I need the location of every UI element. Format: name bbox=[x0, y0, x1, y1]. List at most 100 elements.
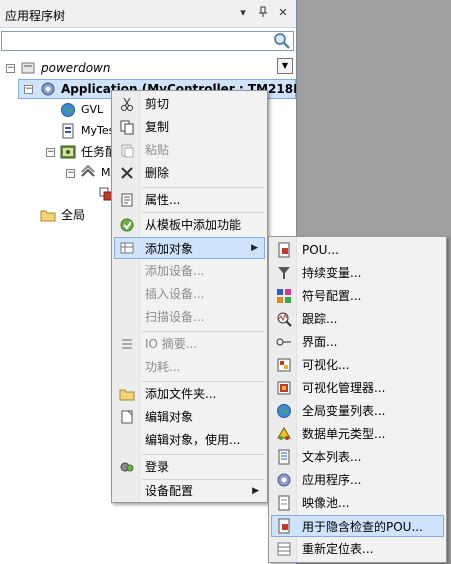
submenu-item-image-pool[interactable]: 映像池... bbox=[271, 492, 444, 514]
submenu-item-visualization[interactable]: 可视化... bbox=[271, 354, 444, 376]
menu-item-paste[interactable]: 粘贴 bbox=[114, 139, 265, 161]
image-pool-icon bbox=[276, 495, 292, 511]
add-object-submenu: POU... 持续变量... 符号配置... 跟踪... 界面... 可视化..… bbox=[268, 236, 447, 563]
menu-item-label: 持续变量... bbox=[302, 266, 362, 280]
folder-icon bbox=[40, 207, 56, 223]
search-input[interactable] bbox=[1, 31, 294, 51]
interface-icon bbox=[276, 334, 292, 350]
tree-node-root[interactable]: − powerdown bbox=[0, 58, 270, 78]
paste-icon bbox=[119, 142, 135, 158]
menu-item-edit-object[interactable]: 编辑对象 bbox=[114, 406, 265, 428]
menu-item-label: 复制 bbox=[145, 120, 170, 134]
menu-item-label: 应用程序... bbox=[302, 473, 362, 487]
submenu-item-relocation-table[interactable]: 重新定位表... bbox=[271, 538, 444, 560]
project-icon bbox=[20, 60, 36, 76]
visualization-icon bbox=[276, 357, 292, 373]
menu-item-label: 添加文件夹... bbox=[145, 387, 217, 401]
menu-item-add-object[interactable]: 添加对象 ▶ bbox=[114, 237, 265, 259]
menu-item-device-config[interactable]: 设备配置 ▶ bbox=[114, 480, 265, 502]
submenu-item-persistent-vars[interactable]: 持续变量... bbox=[271, 262, 444, 284]
collapse-icon[interactable]: − bbox=[24, 85, 33, 94]
submenu-item-application[interactable]: 应用程序... bbox=[271, 469, 444, 491]
global-var-list-icon bbox=[276, 403, 292, 419]
menu-item-label: 设备配置 bbox=[145, 484, 194, 498]
panel-menu-button[interactable]: ▾ bbox=[236, 6, 250, 20]
menu-item-label: 编辑对象 bbox=[145, 410, 194, 424]
menu-item-label: 粘贴 bbox=[145, 143, 170, 157]
submenu-item-pou[interactable]: POU... bbox=[271, 239, 444, 261]
menu-item-scan-devices[interactable]: 扫描设备... bbox=[114, 306, 265, 328]
menu-item-delete[interactable]: 删除 bbox=[114, 162, 265, 184]
program-icon bbox=[60, 123, 76, 139]
menu-item-label: 数据单元类型... bbox=[302, 427, 386, 441]
tree-label-global: 全局 bbox=[61, 208, 86, 222]
menu-item-insert-device[interactable]: 插入设备... bbox=[114, 283, 265, 305]
persistent-var-icon bbox=[276, 265, 292, 281]
menu-item-label: 界面... bbox=[302, 335, 338, 349]
context-menu: 剪切 复制 粘贴 删除 属性... 从模板中添加功能 添加对象 ▶ 添加设备..… bbox=[111, 90, 268, 503]
collapse-icon[interactable]: − bbox=[66, 169, 75, 178]
tree-node-ma-child[interactable] bbox=[0, 184, 120, 204]
pin-icon[interactable] bbox=[256, 6, 270, 20]
tree-node-mytest[interactable]: MyTes bbox=[0, 121, 120, 141]
globe-icon bbox=[60, 102, 76, 118]
menu-item-cut[interactable]: 剪切 bbox=[114, 93, 265, 115]
submenu-item-text-list[interactable]: 文本列表... bbox=[271, 446, 444, 468]
menu-item-label: 属性... bbox=[145, 193, 181, 207]
pou-icon bbox=[276, 242, 292, 258]
submenu-item-interface[interactable]: 界面... bbox=[271, 331, 444, 353]
submenu-item-global-var-list[interactable]: 全局变量列表... bbox=[271, 400, 444, 422]
menu-item-label: 添加对象 bbox=[145, 242, 194, 256]
menu-item-add-device[interactable]: 添加设备... bbox=[114, 260, 265, 282]
task-config-icon bbox=[60, 144, 76, 160]
submenu-item-trace[interactable]: 跟踪... bbox=[271, 308, 444, 330]
submenu-item-implicit-check-pou[interactable]: 用于隐含检查的POU... bbox=[271, 515, 444, 537]
vis-manager-icon bbox=[276, 380, 292, 396]
edit-icon bbox=[119, 409, 135, 425]
trace-icon bbox=[276, 311, 292, 327]
scissors-icon bbox=[119, 96, 135, 112]
collapse-icon[interactable]: − bbox=[6, 64, 15, 73]
submenu-item-vis-manager[interactable]: 可视化管理器... bbox=[271, 377, 444, 399]
menu-item-properties[interactable]: 属性... bbox=[114, 189, 265, 211]
menu-item-label: 功耗... bbox=[145, 360, 181, 374]
implicit-check-pou-icon bbox=[276, 518, 292, 534]
menu-item-label: 用于隐含检查的POU... bbox=[302, 520, 423, 534]
application-icon bbox=[276, 472, 292, 488]
symbol-config-icon bbox=[276, 288, 292, 304]
copy-icon bbox=[119, 119, 135, 135]
menu-item-label: 文本列表... bbox=[302, 450, 362, 464]
collapse-icon[interactable]: − bbox=[46, 148, 55, 157]
menu-item-copy[interactable]: 复制 bbox=[114, 116, 265, 138]
folder-icon bbox=[119, 386, 135, 402]
tree-dropdown-button[interactable]: ▼ bbox=[277, 58, 293, 74]
menu-item-label: 删除 bbox=[145, 166, 170, 180]
menu-separator bbox=[142, 381, 264, 382]
menu-item-label: 全局变量列表... bbox=[302, 404, 386, 418]
menu-item-power[interactable]: 功耗... bbox=[114, 356, 265, 378]
menu-item-add-folder[interactable]: 添加文件夹... bbox=[114, 383, 265, 405]
menu-item-label: 映像池... bbox=[302, 496, 350, 510]
tree-label-root: powerdown bbox=[41, 61, 111, 75]
tree-node-tasks[interactable]: − 任务配 bbox=[0, 142, 120, 162]
menu-item-login[interactable]: 登录 bbox=[114, 456, 265, 478]
menu-item-label: 添加设备... bbox=[145, 264, 205, 278]
menu-item-label: 可视化管理器... bbox=[302, 381, 386, 395]
io-icon bbox=[119, 336, 135, 352]
search-icon[interactable] bbox=[273, 32, 291, 50]
submenu-item-data-unit-type[interactable]: 数据单元类型... bbox=[271, 423, 444, 445]
close-panel-button[interactable]: ✕ bbox=[276, 6, 290, 20]
menu-item-add-from-template[interactable]: 从模板中添加功能 bbox=[114, 214, 265, 236]
menu-item-io-summary[interactable]: IO 摘要... bbox=[114, 333, 265, 355]
submenu-item-symbol-config[interactable]: 符号配置... bbox=[271, 285, 444, 307]
tree-node-gvl[interactable]: GVL bbox=[0, 100, 120, 120]
menu-item-label: 跟踪... bbox=[302, 312, 338, 326]
menu-item-edit-object-with[interactable]: 编辑对象，使用... bbox=[114, 429, 265, 451]
data-unit-type-icon bbox=[276, 426, 292, 442]
template-icon bbox=[119, 217, 135, 233]
tree-node-global[interactable]: 全局 bbox=[0, 205, 120, 225]
menu-item-label: 符号配置... bbox=[302, 289, 362, 303]
tree-node-ma[interactable]: − MA bbox=[0, 163, 120, 183]
menu-separator bbox=[142, 331, 264, 332]
menu-item-label: 可视化... bbox=[302, 358, 350, 372]
